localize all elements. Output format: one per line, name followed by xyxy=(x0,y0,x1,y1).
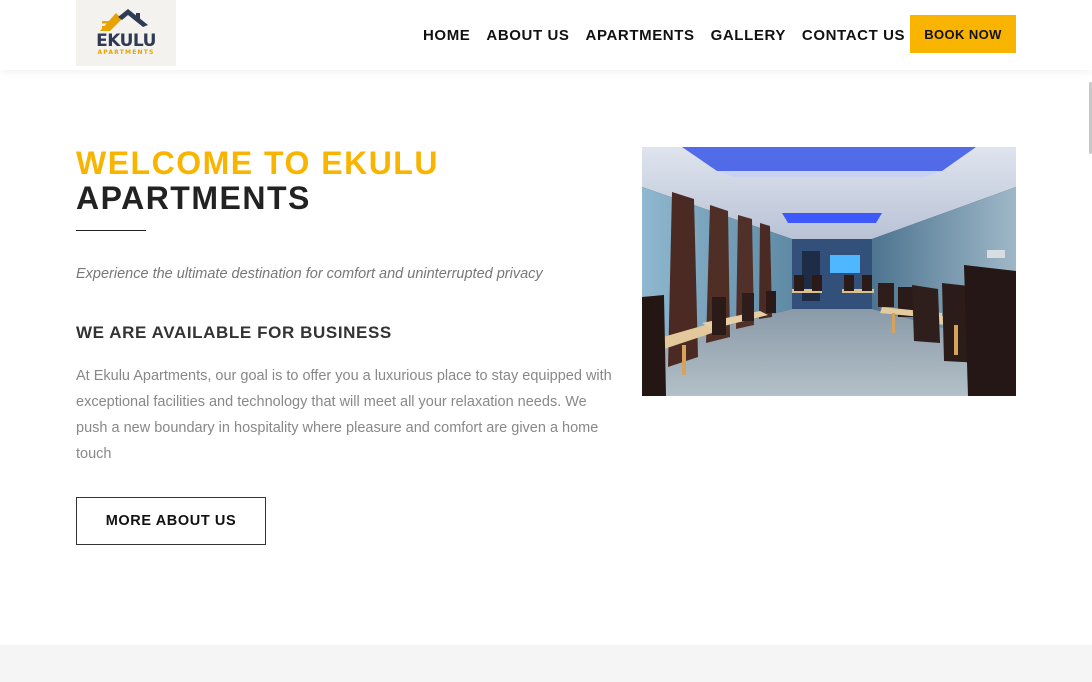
main-nav: HOME ABOUT US APARTMENTS GALLERY CONTACT… xyxy=(423,27,921,45)
welcome-body: At Ekulu Apartments, our goal is to offe… xyxy=(76,368,612,462)
logo-roof-icon xyxy=(100,9,148,31)
book-now-button[interactable]: BOOK NOW xyxy=(910,15,1016,53)
title-divider xyxy=(76,230,146,231)
nav-apartments[interactable]: APARTMENTS xyxy=(586,27,695,45)
nav-about-us[interactable]: ABOUT US xyxy=(486,27,569,45)
page-scrollbar[interactable] xyxy=(1085,70,1092,645)
more-about-us-button[interactable]: MORE ABOUT US xyxy=(76,497,266,545)
site-header: EKULU APARTMENTS HOME ABOUT US APARTMENT… xyxy=(0,0,1092,70)
welcome-title-highlight: WELCOME TO EKULU xyxy=(76,145,439,181)
dining-room-photo xyxy=(642,147,1016,396)
logo-subtitle: APARTMENTS xyxy=(97,49,155,56)
nav-contact-us[interactable]: CONTACT US xyxy=(802,27,905,45)
business-subheading: WE ARE AVAILABLE FOR BUSINESS xyxy=(76,323,392,342)
welcome-tagline: Experience the ultimate destination for … xyxy=(76,266,543,282)
next-section-band xyxy=(0,645,1092,682)
nav-gallery[interactable]: GALLERY xyxy=(711,27,786,45)
logo-wordmark: EKULU xyxy=(96,31,156,51)
nav-home[interactable]: HOME xyxy=(423,27,470,45)
welcome-title-rest: APARTMENTS xyxy=(76,180,311,216)
site-logo[interactable]: EKULU APARTMENTS xyxy=(76,0,176,66)
